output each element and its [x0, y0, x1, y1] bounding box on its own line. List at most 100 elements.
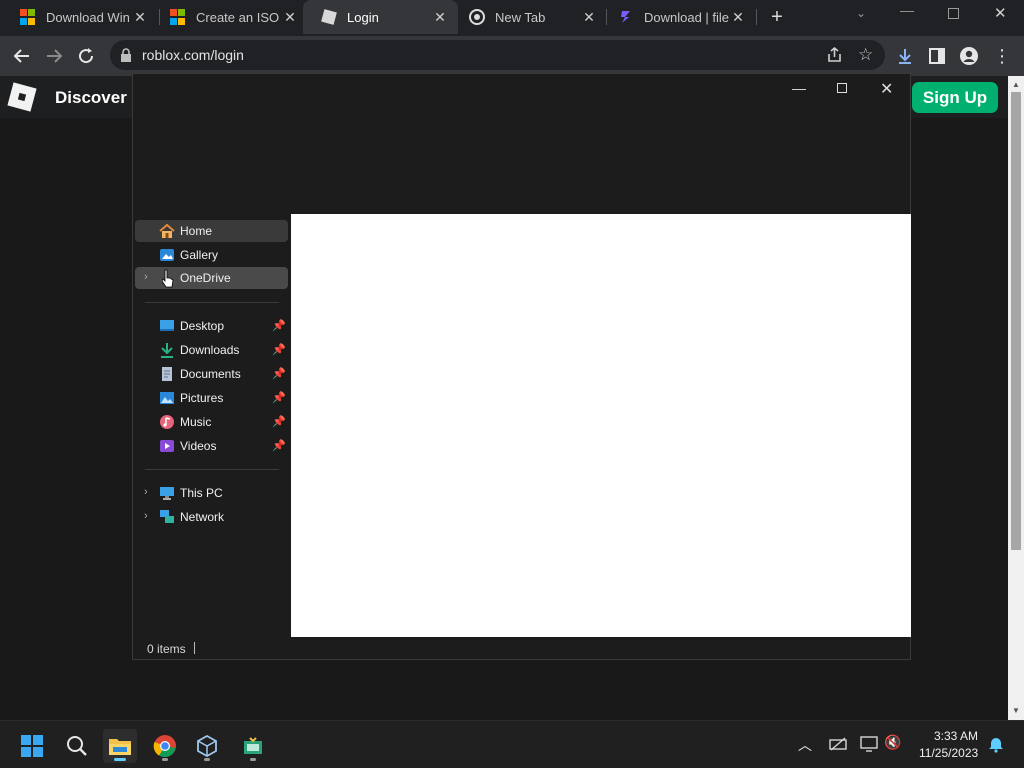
tab-download-file[interactable]: Download | file ✕ [600, 0, 756, 34]
tab-create-iso[interactable]: Create an ISO f ✕ [152, 0, 308, 34]
expand-chevron-icon[interactable]: › [144, 510, 148, 522]
scroll-up-icon[interactable]: ▲ [1012, 80, 1020, 89]
scrollbar-thumb[interactable] [1011, 92, 1021, 550]
explorer-maximize-icon[interactable] [837, 83, 847, 93]
microsoft-icon [170, 9, 186, 25]
pin-icon[interactable]: 📌 [272, 367, 286, 380]
nav-item-label: Desktop [180, 319, 225, 333]
nav-item-label: Music [180, 415, 212, 429]
start-icon[interactable] [15, 729, 49, 763]
chrome-icon [469, 9, 485, 25]
desktop-icon [159, 318, 175, 334]
gallery-icon [159, 247, 175, 263]
home-icon [159, 223, 175, 239]
search-icon[interactable] [60, 729, 94, 763]
sign-up-button[interactable]: Sign Up [912, 82, 998, 113]
expand-chevron-icon[interactable]: › [144, 486, 148, 498]
reload-icon[interactable] [74, 44, 98, 68]
status-item-count: 0 items [147, 642, 186, 656]
downloads-icon [159, 342, 175, 358]
volume-muted-icon[interactable]: 🔇 [884, 734, 901, 751]
explorer-close-icon[interactable]: ✕ [880, 79, 893, 99]
address-bar[interactable]: roblox.com/login ☆ [110, 40, 885, 70]
expand-chevron-icon[interactable]: › [144, 271, 148, 283]
show-hidden-icons-chevron-icon[interactable]: ︿ [798, 735, 812, 755]
nav-item-label: Network [180, 510, 225, 524]
clock-time[interactable]: 3:33 AM [934, 729, 978, 743]
nav-item-documents[interactable]: Documents 📌 [135, 363, 288, 385]
scroll-down-icon[interactable]: ▼ [1012, 706, 1020, 715]
monitor-icon[interactable] [860, 736, 878, 757]
tab-title: Download | file [644, 9, 730, 25]
network-icon [159, 509, 175, 525]
nav-item-pictures[interactable]: Pictures 📌 [135, 387, 288, 409]
tab-new-tab[interactable]: New Tab ✕ [451, 0, 607, 34]
close-icon[interactable]: ✕ [432, 9, 448, 26]
tab-download-windows[interactable]: Download Win ✕ [2, 0, 158, 34]
nav-item-network[interactable]: › Network [135, 506, 288, 528]
notification-bell-icon[interactable] [988, 735, 1004, 758]
tab-title: Login [347, 9, 379, 25]
nav-item-label: Videos [180, 439, 217, 453]
close-window-icon[interactable]: ✕ [994, 4, 1007, 22]
nav-divider [145, 469, 279, 470]
new-tab-button[interactable]: + [766, 6, 788, 28]
nav-item-onedrive[interactable]: › OneDrive [135, 267, 288, 289]
explorer-minimize-icon[interactable]: — [792, 80, 806, 96]
network-disconnected-icon[interactable] [829, 737, 847, 756]
nav-item-label: Downloads [180, 343, 240, 357]
close-icon[interactable]: ✕ [282, 9, 298, 26]
pin-icon[interactable]: 📌 [272, 391, 286, 404]
tab-login[interactable]: Login ✕ [303, 0, 458, 34]
side-panel-icon[interactable] [925, 44, 949, 68]
tab-search-chevron-icon[interactable]: ⌄ [856, 6, 866, 20]
page-scrollbar[interactable]: ▲ ▼ [1008, 76, 1024, 720]
nav-item-gallery[interactable]: Gallery [135, 244, 288, 266]
download-icon[interactable] [893, 44, 917, 68]
profile-icon[interactable] [957, 44, 981, 68]
nav-item-label: Gallery [180, 248, 219, 262]
tab-title: Download Win [46, 9, 130, 25]
tab-title: New Tab [495, 9, 546, 25]
nav-item-label: Home [180, 224, 213, 238]
status-divider [194, 642, 195, 654]
music-icon [159, 414, 175, 430]
back-icon[interactable] [10, 44, 34, 68]
nav-item-this-pc[interactable]: › This PC [135, 482, 288, 504]
star-icon[interactable]: ☆ [858, 45, 873, 65]
forward-icon[interactable] [42, 44, 66, 68]
virtualbox-taskbar-icon[interactable] [190, 729, 224, 763]
close-icon[interactable]: ✕ [132, 9, 148, 26]
close-icon[interactable]: ✕ [730, 9, 746, 26]
close-icon[interactable]: ✕ [581, 9, 597, 26]
nav-item-desktop[interactable]: Desktop 📌 [135, 315, 288, 337]
file-explorer-window: — ✕ Home Gallery › OneDrive Desktop 📌 Do… [132, 73, 911, 660]
nav-item-label: OneDrive [180, 271, 231, 285]
app-taskbar-icon[interactable] [236, 729, 270, 763]
share-icon[interactable] [826, 46, 844, 69]
pin-icon[interactable]: 📌 [272, 415, 286, 428]
chrome-taskbar-icon[interactable] [148, 729, 182, 763]
pictures-icon [159, 390, 175, 406]
lock-icon[interactable] [120, 48, 132, 67]
pin-icon[interactable]: 📌 [272, 319, 286, 332]
roblox-icon [321, 9, 337, 25]
restore-icon[interactable] [948, 8, 959, 19]
nav-item-home[interactable]: Home [135, 220, 288, 242]
clock-date[interactable]: 11/25/2023 [919, 746, 978, 760]
pin-icon[interactable]: 📌 [272, 343, 286, 356]
menu-kebab-icon[interactable]: ⋮ [990, 44, 1014, 68]
nav-item-downloads[interactable]: Downloads 📌 [135, 339, 288, 361]
file-explorer-taskbar-icon[interactable] [103, 729, 137, 763]
minimize-icon[interactable]: — [900, 2, 918, 18]
url-text[interactable]: roblox.com/login [142, 47, 244, 63]
file-content-pane[interactable] [291, 214, 911, 637]
nav-item-music[interactable]: Music 📌 [135, 411, 288, 433]
discover-link[interactable]: Discover [55, 88, 127, 108]
documents-icon [159, 366, 175, 382]
nav-item-videos[interactable]: Videos 📌 [135, 435, 288, 457]
tab-title: Create an ISO f [196, 9, 282, 25]
pin-icon[interactable]: 📌 [272, 439, 286, 452]
nav-item-label: Documents [180, 367, 241, 381]
roblox-logo-icon[interactable] [7, 82, 37, 112]
